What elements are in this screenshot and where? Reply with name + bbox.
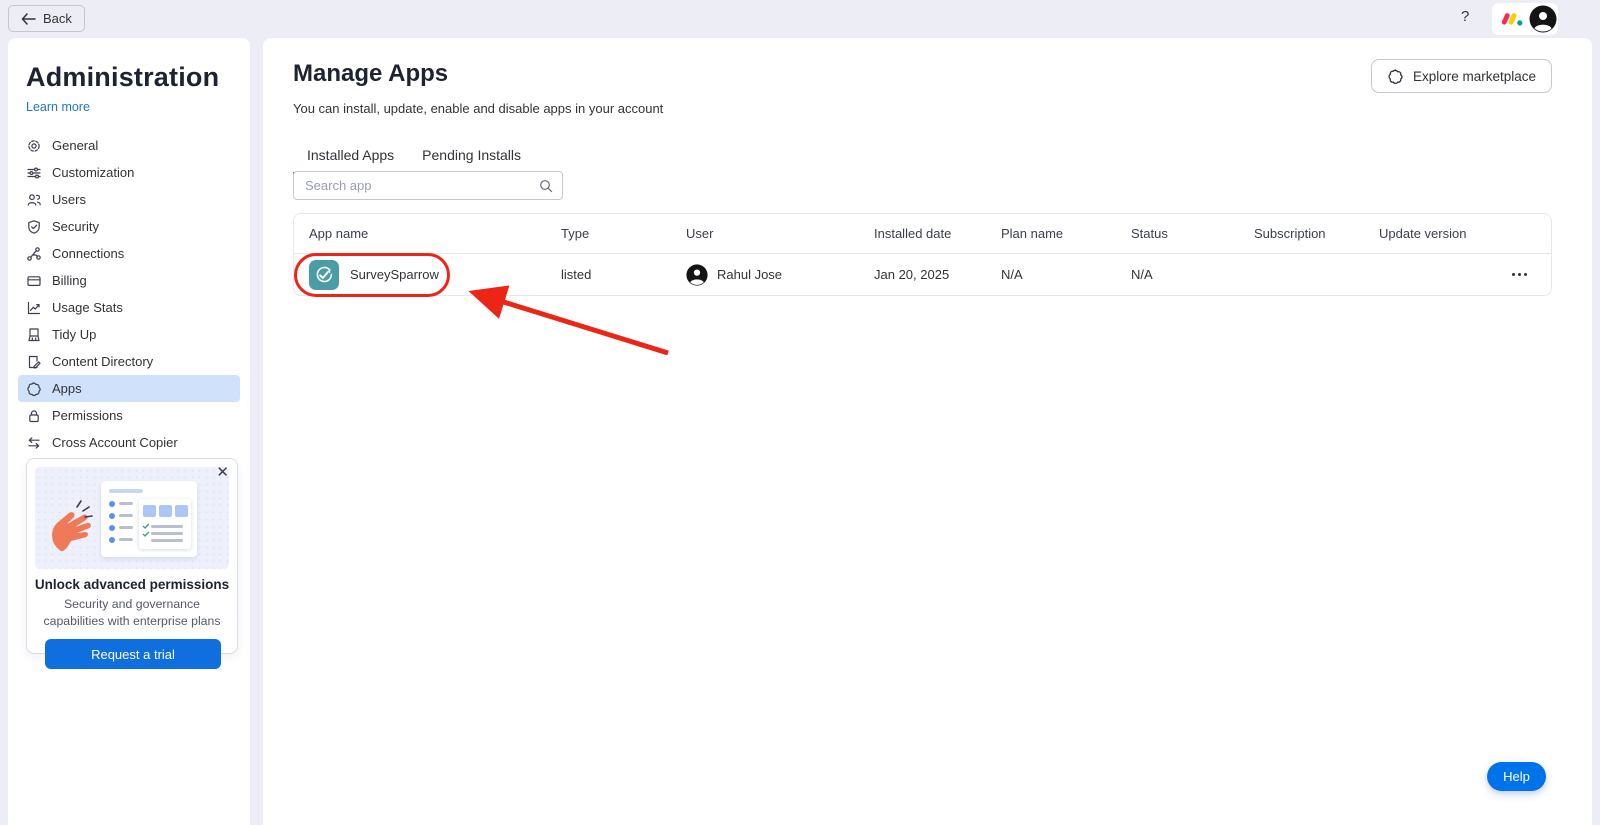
hand-snap-illustration — [47, 493, 103, 555]
monday-logo-icon[interactable] — [1499, 8, 1525, 30]
close-icon[interactable]: ✕ — [216, 465, 229, 480]
search-input[interactable] — [294, 178, 539, 193]
explore-marketplace-button[interactable]: Explore marketplace — [1371, 59, 1552, 93]
broom-icon — [26, 327, 42, 343]
sidebar-item-customization[interactable]: Customization — [18, 159, 240, 186]
user-avatar-small — [686, 264, 708, 286]
col-user: User — [671, 226, 859, 241]
surveysparrow-app-icon — [309, 260, 339, 290]
col-installed-date: Installed date — [859, 226, 986, 241]
sidebar-item-apps[interactable]: Apps — [18, 375, 240, 402]
sidebar-item-label: Connections — [52, 246, 124, 261]
tab-pending-installs[interactable]: Pending Installs — [408, 139, 535, 174]
page-title: Manage Apps — [293, 60, 448, 88]
sidebar-item-content-directory[interactable]: Content Directory — [18, 348, 240, 375]
sidebar-item-label: Permissions — [52, 408, 123, 423]
connections-icon — [26, 246, 42, 262]
back-label: Back — [43, 11, 72, 26]
tab-installed-apps[interactable]: Installed Apps — [293, 139, 408, 174]
sidebar-item-label: Tidy Up — [52, 327, 96, 342]
back-button[interactable]: Back — [8, 5, 85, 32]
sidebar-item-cross-account-copier[interactable]: Cross Account Copier — [18, 429, 240, 456]
sidebar-item-label: Cross Account Copier — [52, 435, 178, 450]
gear-icon — [26, 138, 42, 154]
document-pencil-icon — [26, 354, 42, 370]
manage-apps-panel: Manage Apps You can install, update, ena… — [263, 38, 1592, 825]
promo-subtitle: Security and governance capabilities wit… — [41, 596, 223, 629]
table-header-row: App name Type User Installed date Plan n… — [294, 214, 1551, 254]
sidebar-item-permissions[interactable]: Permissions — [18, 402, 240, 429]
plan-name: N/A — [986, 267, 1116, 282]
promo-title: Unlock advanced permissions — [27, 577, 237, 592]
promo-illustration — [35, 467, 229, 569]
col-update-version: Update version — [1364, 226, 1493, 241]
sidebar-title: Administration — [26, 62, 232, 93]
arrow-left-icon — [21, 13, 36, 25]
sidebar-nav: General Customization Users Security Con… — [18, 132, 240, 456]
user-avatar[interactable] — [1529, 5, 1557, 33]
row-menu-icon[interactable] — [1510, 269, 1529, 280]
learn-more-link[interactable]: Learn more — [26, 100, 90, 114]
lock-icon — [26, 408, 42, 424]
question-mark-icon[interactable]: ? — [1461, 8, 1469, 25]
account-pill — [1492, 3, 1558, 35]
installed-date: Jan 20, 2025 — [859, 267, 986, 282]
transfer-arrows-icon — [26, 435, 42, 451]
admin-sidebar: Administration Learn more General Custom… — [8, 38, 250, 825]
col-plan-name: Plan name — [986, 226, 1116, 241]
sidebar-item-connections[interactable]: Connections — [18, 240, 240, 267]
page-subtitle: You can install, update, enable and disa… — [293, 101, 663, 116]
status: N/A — [1116, 267, 1239, 282]
app-search — [293, 171, 563, 200]
search-icon — [539, 179, 553, 193]
sidebar-item-label: Usage Stats — [52, 300, 123, 315]
sidebar-item-users[interactable]: Users — [18, 186, 240, 213]
sliders-icon — [26, 165, 42, 181]
enterprise-promo-card: ✕ Unlock advanced perm — [26, 458, 238, 654]
chart-icon — [26, 300, 42, 316]
marketplace-icon — [1387, 68, 1404, 85]
sidebar-item-label: Billing — [52, 273, 87, 288]
app-type: listed — [546, 267, 671, 282]
sidebar-item-security[interactable]: Security — [18, 213, 240, 240]
explore-marketplace-label: Explore marketplace — [1413, 69, 1536, 84]
installed-apps-table: App name Type User Installed date Plan n… — [293, 213, 1552, 296]
users-icon — [26, 192, 42, 208]
user-name: Rahul Jose — [717, 267, 782, 282]
sidebar-item-label: Customization — [52, 165, 134, 180]
app-name: SurveySparrow — [350, 267, 439, 282]
shield-icon — [26, 219, 42, 235]
sidebar-item-label: Security — [52, 219, 99, 234]
col-status: Status — [1116, 226, 1239, 241]
table-row[interactable]: SurveySparrow listed Rahul Jose Jan 20, … — [294, 254, 1551, 295]
help-button[interactable]: Help — [1487, 762, 1546, 791]
apps-tabs: Installed Apps Pending Installs — [293, 139, 543, 174]
col-subscription: Subscription — [1239, 226, 1364, 241]
sidebar-item-label: Content Directory — [52, 354, 153, 369]
col-type: Type — [546, 226, 671, 241]
col-app-name: App name — [294, 226, 546, 241]
sidebar-item-label: Apps — [52, 381, 82, 396]
request-trial-button[interactable]: Request a trial — [45, 639, 221, 669]
sidebar-item-label: Users — [52, 192, 86, 207]
sidebar-item-tidy-up[interactable]: Tidy Up — [18, 321, 240, 348]
top-bar: Back ? — [0, 0, 1600, 38]
apps-icon — [26, 381, 42, 397]
sidebar-item-usage-stats[interactable]: Usage Stats — [18, 294, 240, 321]
sidebar-item-general[interactable]: General — [18, 132, 240, 159]
sidebar-item-billing[interactable]: Billing — [18, 267, 240, 294]
credit-card-icon — [26, 273, 42, 289]
sidebar-item-label: General — [52, 138, 98, 153]
